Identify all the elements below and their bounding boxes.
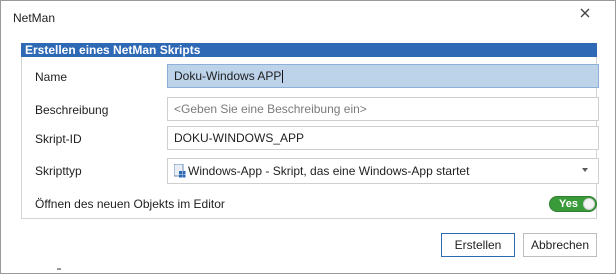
create-button[interactable]: Erstellen [441, 233, 515, 257]
close-icon [580, 8, 590, 18]
script-type-value: Windows-App - Skript, das eine Windows-A… [188, 164, 470, 178]
name-input[interactable]: Doku-Windows APP [167, 64, 599, 88]
description-placeholder: <Geben Sie eine Beschreibung ein> [174, 102, 367, 116]
text-caret [282, 70, 284, 84]
script-type-label: Skripttyp [35, 164, 82, 178]
chevron-down-icon[interactable] [582, 168, 588, 172]
windows-app-icon [174, 164, 186, 178]
script-id-label: Skript-ID [35, 132, 82, 146]
close-button[interactable] [573, 3, 597, 23]
window-title: NetMan [13, 11, 56, 25]
open-in-editor-label: Öffnen des neuen Objekts im Editor [35, 197, 225, 211]
toggle-knob [583, 198, 595, 210]
script-id-input[interactable]: DOKU-WINDOWS_APP [167, 126, 599, 150]
section-header: Erstellen eines NetMan Skripts [21, 43, 597, 57]
resize-mark [57, 268, 61, 270]
name-label: Name [35, 70, 68, 84]
dialog-window: NetMan Erstellen eines NetMan Skripts Na… [0, 0, 616, 274]
title-bar: NetMan [1, 1, 615, 35]
script-id-value: DOKU-WINDOWS_APP [174, 131, 305, 145]
description-label: Beschreibung [35, 103, 109, 117]
toggle-state-text: Yes [559, 198, 578, 210]
script-type-select[interactable]: Windows-App - Skript, das eine Windows-A… [167, 158, 599, 184]
description-input[interactable]: <Geben Sie eine Beschreibung ein> [167, 97, 599, 121]
cancel-button[interactable]: Abbrechen [523, 233, 597, 257]
name-input-value: Doku-Windows APP [174, 69, 282, 83]
open-in-editor-toggle[interactable]: Yes [549, 196, 597, 212]
